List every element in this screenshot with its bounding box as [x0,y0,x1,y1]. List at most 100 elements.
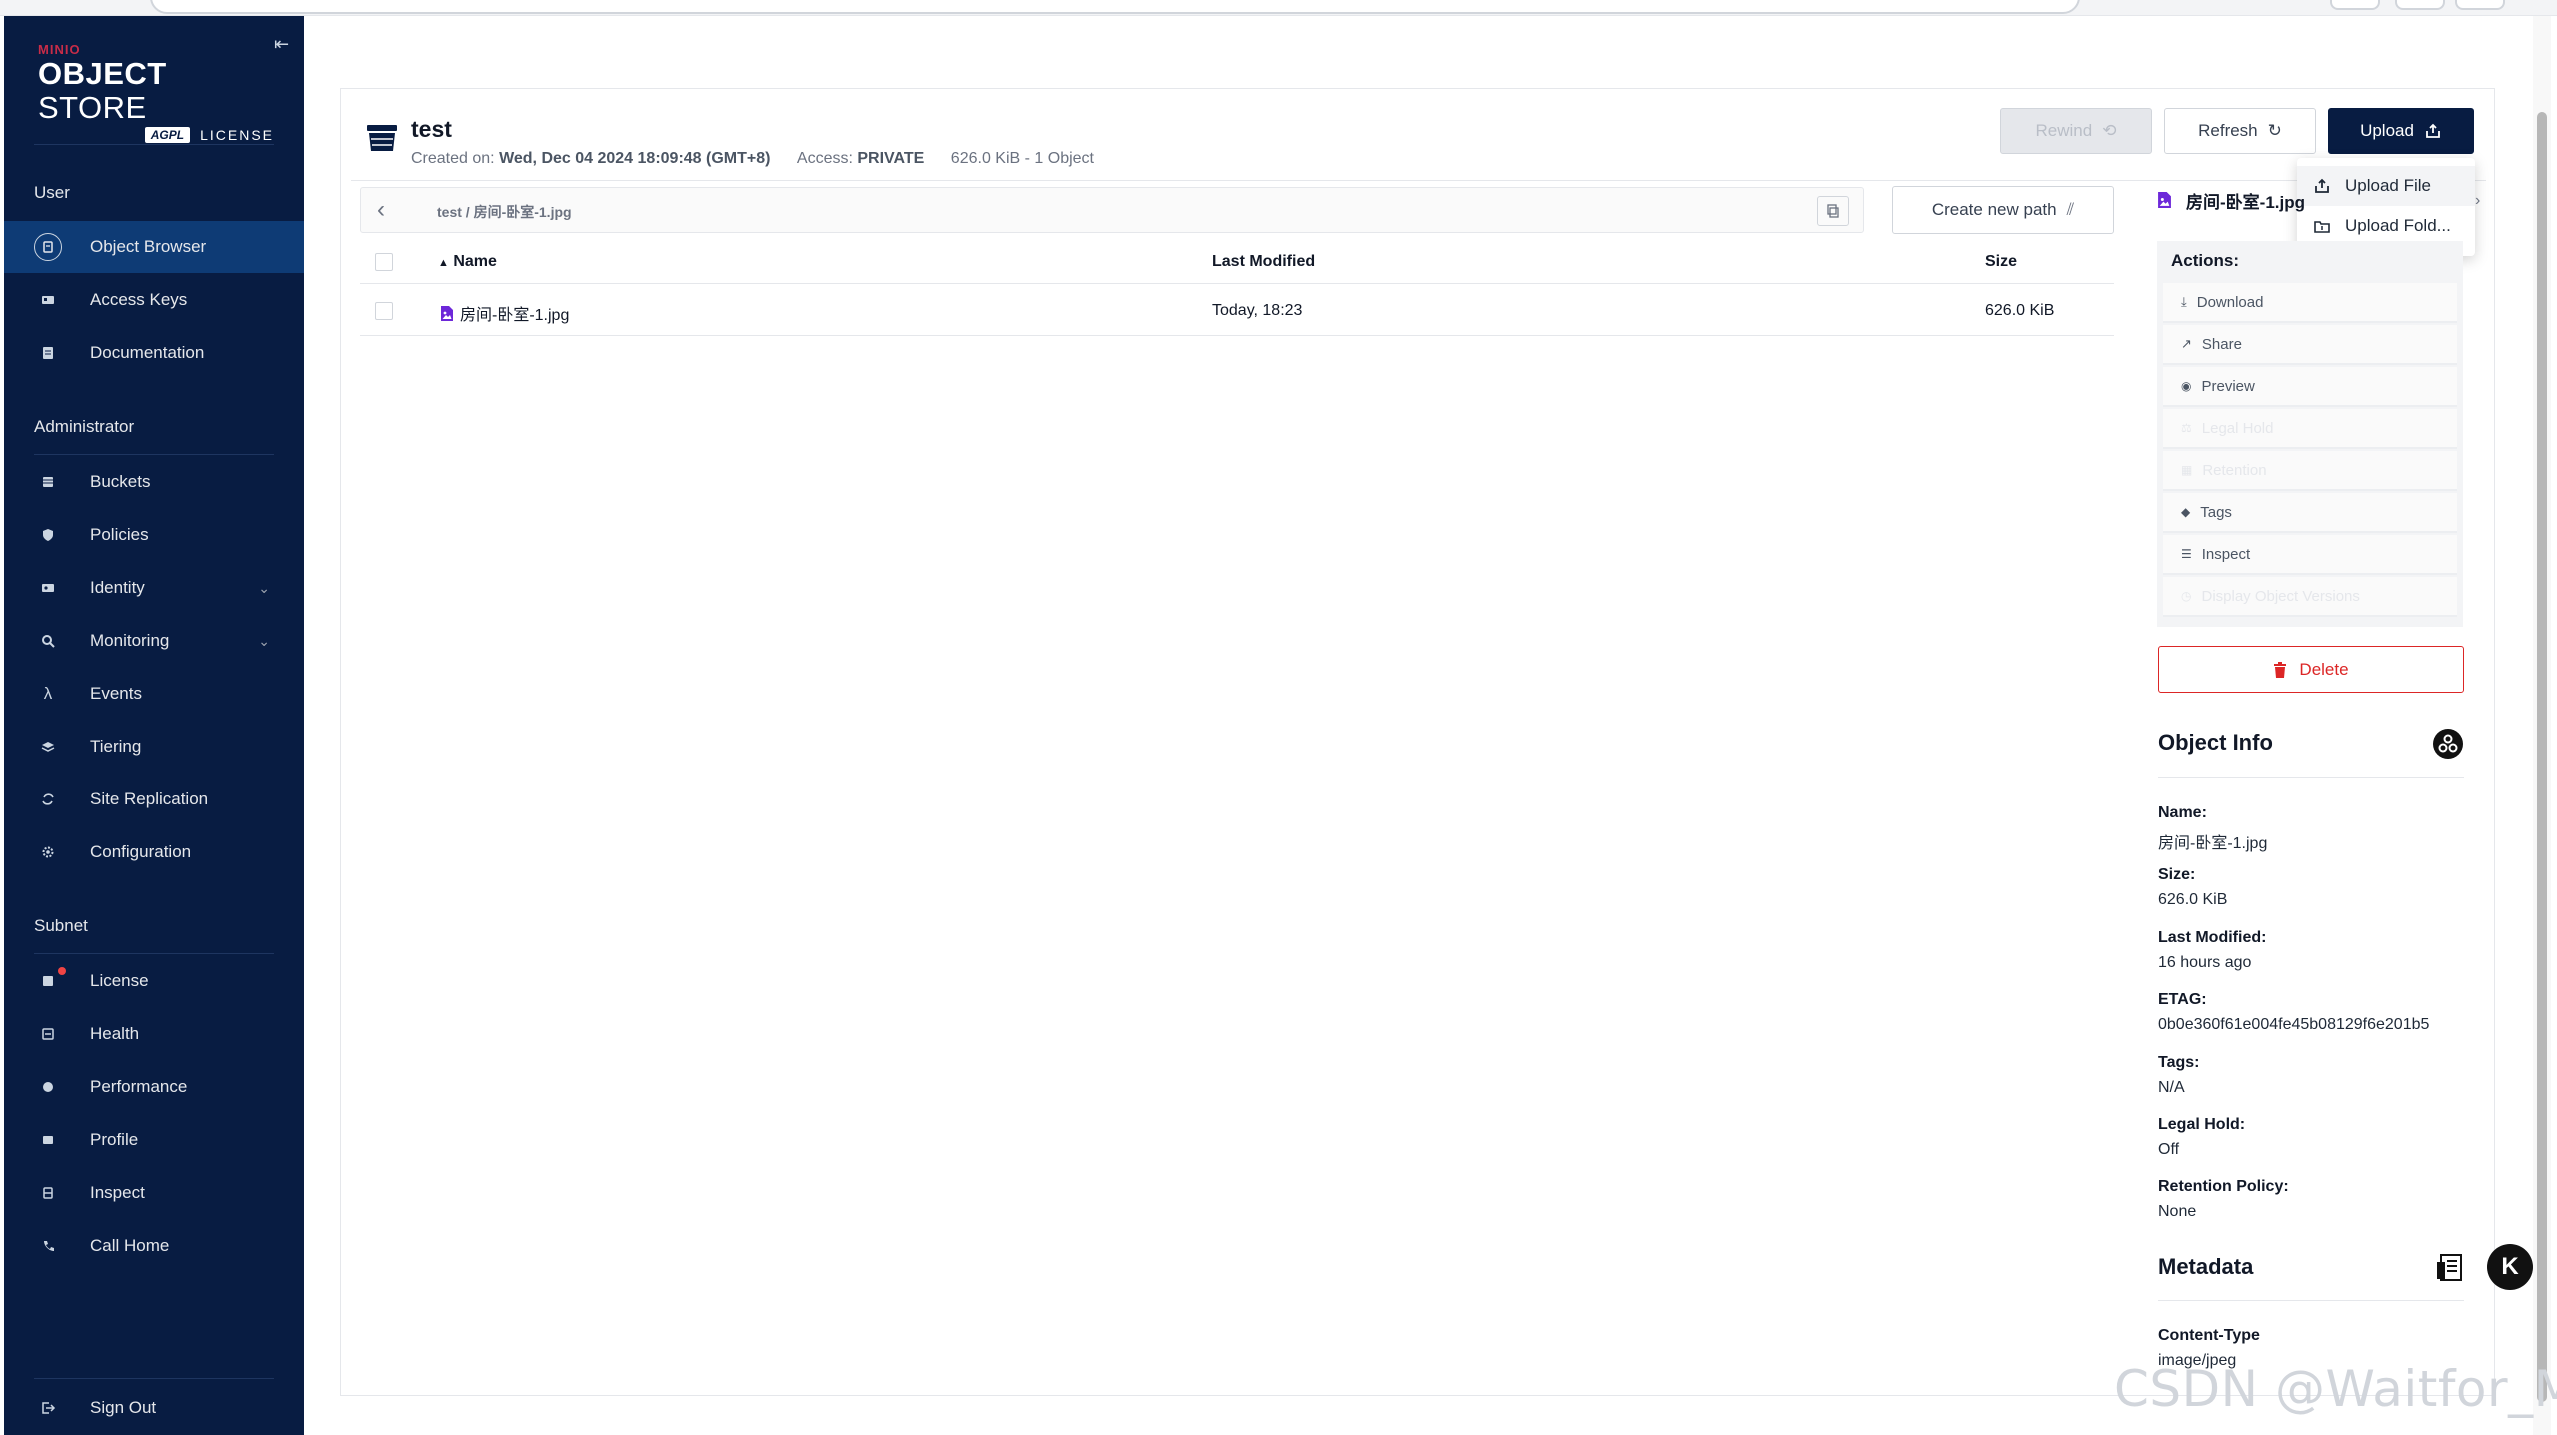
sidebar-divider [34,1378,274,1379]
row-checkbox[interactable] [375,302,393,320]
sidebar-item-label: Site Replication [90,789,209,808]
actions-title: Actions: [2171,251,2239,270]
logo-brand-thin: STORE [38,90,147,125]
rewind-button[interactable]: Rewind ⟲ [2000,108,2152,154]
column-header-size[interactable]: Size [1985,253,2017,271]
action-retention: ▦ Retention [2163,451,2457,491]
action-label: Retention [2202,461,2267,479]
action-inspect[interactable]: ☰ Inspect [2163,535,2457,575]
create-new-path-button[interactable]: Create new path ⫽ [1892,186,2114,234]
logo-brand-bold: OBJECT [38,56,167,91]
download-icon: ⤓ [2181,294,2187,309]
sidebar-item-site-replication[interactable]: Site Replication [4,773,304,825]
browser-tab-stub [2395,0,2445,10]
sidebar-item-label: Configuration [90,842,192,861]
sidebar-item-license[interactable]: License [4,955,304,1007]
sidebar-item-monitoring[interactable]: Monitoring ⌄ [4,615,304,667]
table-row[interactable]: 房间-卧室-1.jpg Today, 18:23 626.0 KiB [360,288,2114,336]
sidebar-item-performance[interactable]: Performance [4,1061,304,1113]
chevron-down-icon[interactable]: ⌄ [258,633,270,650]
column-name-label: Name [453,253,497,270]
objects-table-header: ▲ Name Last Modified Size [360,242,2114,284]
monitoring-icon [34,627,62,655]
section-title-subnet: Subnet [34,916,88,935]
sidebar-item-health[interactable]: Health [4,1008,304,1060]
sidebar-item-events[interactable]: λ Events [4,668,304,720]
chevron-down-icon[interactable]: ⌄ [258,580,270,597]
back-arrow-icon[interactable]: ‹ [377,196,385,224]
action-legal-hold: ⚖ Legal Hold [2163,409,2457,449]
sidebar-item-label: Access Keys [90,290,188,309]
image-file-icon [2158,191,2171,209]
action-share[interactable]: ↗ Share [2163,325,2457,365]
access-keys-icon [34,286,62,314]
file-name-cell: 房间-卧室-1.jpg [440,301,569,325]
info-value-last-modified: 16 hours ago [2158,954,2252,971]
profile-icon [34,1126,62,1154]
select-all-checkbox[interactable] [375,253,393,271]
panel-file-name: 房间-卧室-1.jpg [2186,192,2305,212]
action-download[interactable]: ⤓ Download [2163,283,2457,323]
sidebar-item-identity[interactable]: Identity ⌄ [4,562,304,614]
sidebar-item-label: Tiering [90,737,142,756]
column-header-name[interactable]: ▲ Name [438,253,497,271]
refresh-button[interactable]: Refresh ↻ [2164,108,2316,154]
sidebar-item-label: Call Home [90,1236,170,1255]
bucket-meta: Created on: Wed, Dec 04 2024 18:09:48 (G… [411,150,1094,168]
upload-button[interactable]: Upload [2328,108,2474,154]
scrollbar-thumb[interactable] [2537,112,2547,1402]
access-value: PRIVATE [857,150,925,167]
panel-chevron-right-icon[interactable]: › [2475,192,2480,210]
sidebar-item-object-browser[interactable]: Object Browser [4,221,304,273]
rewind-icon: ⟲ [2102,121,2117,140]
sidebar-item-label: Health [90,1024,140,1043]
upload-file-menu-item[interactable]: Upload File [2297,166,2475,206]
floating-assistant-button[interactable]: K [2487,1244,2533,1290]
breadcrumb[interactable]: test / 房间-卧室-1.jpg [437,202,572,222]
refresh-label: Refresh [2198,121,2258,140]
browser-url-bar[interactable] [150,0,2080,14]
info-value-size: 626.0 KiB [2158,891,2228,908]
info-value-legal-hold: Off [2158,1141,2180,1158]
sidebar-divider [34,144,274,145]
upload-folder-icon [2314,221,2330,233]
sidebar-item-label: Monitoring [90,631,170,650]
object-info-icon [2433,729,2463,759]
sidebar-item-call-home[interactable]: Call Home [4,1220,304,1272]
sidebar-item-access-keys[interactable]: Access Keys [4,274,304,326]
action-preview[interactable]: ◉ Preview [2163,367,2457,407]
object-info-divider [2158,777,2464,778]
section-title-user: User [34,183,70,202]
agpl-badge: AGPL [144,127,191,143]
sort-asc-icon: ▲ [438,257,449,269]
sidebar-item-profile[interactable]: Profile [4,1114,304,1166]
sidebar-item-documentation[interactable]: Documentation [4,327,304,379]
page-scrollbar[interactable] [2533,16,2551,1435]
action-label: Preview [2201,377,2255,395]
logo-license: AGPL LICENSE [38,127,278,143]
action-display-object-versions: ◷ Display Object Versions [2163,577,2457,617]
file-name: 房间-卧室-1.jpg [460,307,570,324]
sidebar-item-tiering[interactable]: Tiering [4,721,304,773]
delete-button[interactable]: Delete [2158,646,2464,693]
info-label-size: Size: [2158,866,2196,883]
sign-out-button[interactable]: Sign Out [4,1382,304,1434]
legal-hold-icon: ⚖ [2181,421,2192,435]
collapse-sidebar-icon[interactable]: ⇤ [274,34,289,55]
sidebar-item-policies[interactable]: Policies [4,509,304,561]
metadata-title-label: Metadata [2158,1254,2254,1279]
sidebar-item-configuration[interactable]: Configuration [4,826,304,878]
copy-path-icon[interactable] [1817,196,1849,226]
watermark-text: CSDN @Waitfor_Me [2114,1360,2557,1418]
action-label: Legal Hold [2201,419,2274,437]
sidebar-item-inspect[interactable]: Inspect [4,1167,304,1219]
bucket-summary: 626.0 KiB - 1 Object [950,150,1094,167]
upload-folder-menu-item[interactable]: Upload Fold... [2297,206,2475,246]
action-label: Share [2201,335,2242,353]
upload-file-icon [2315,178,2329,193]
column-header-last-modified[interactable]: Last Modified [1212,253,1315,271]
file-size: 626.0 KiB [1985,302,2055,319]
sidebar-item-buckets[interactable]: Buckets [4,456,304,508]
sidebar-item-label: Profile [90,1130,139,1149]
action-tags[interactable]: ◆ Tags [2163,493,2457,533]
